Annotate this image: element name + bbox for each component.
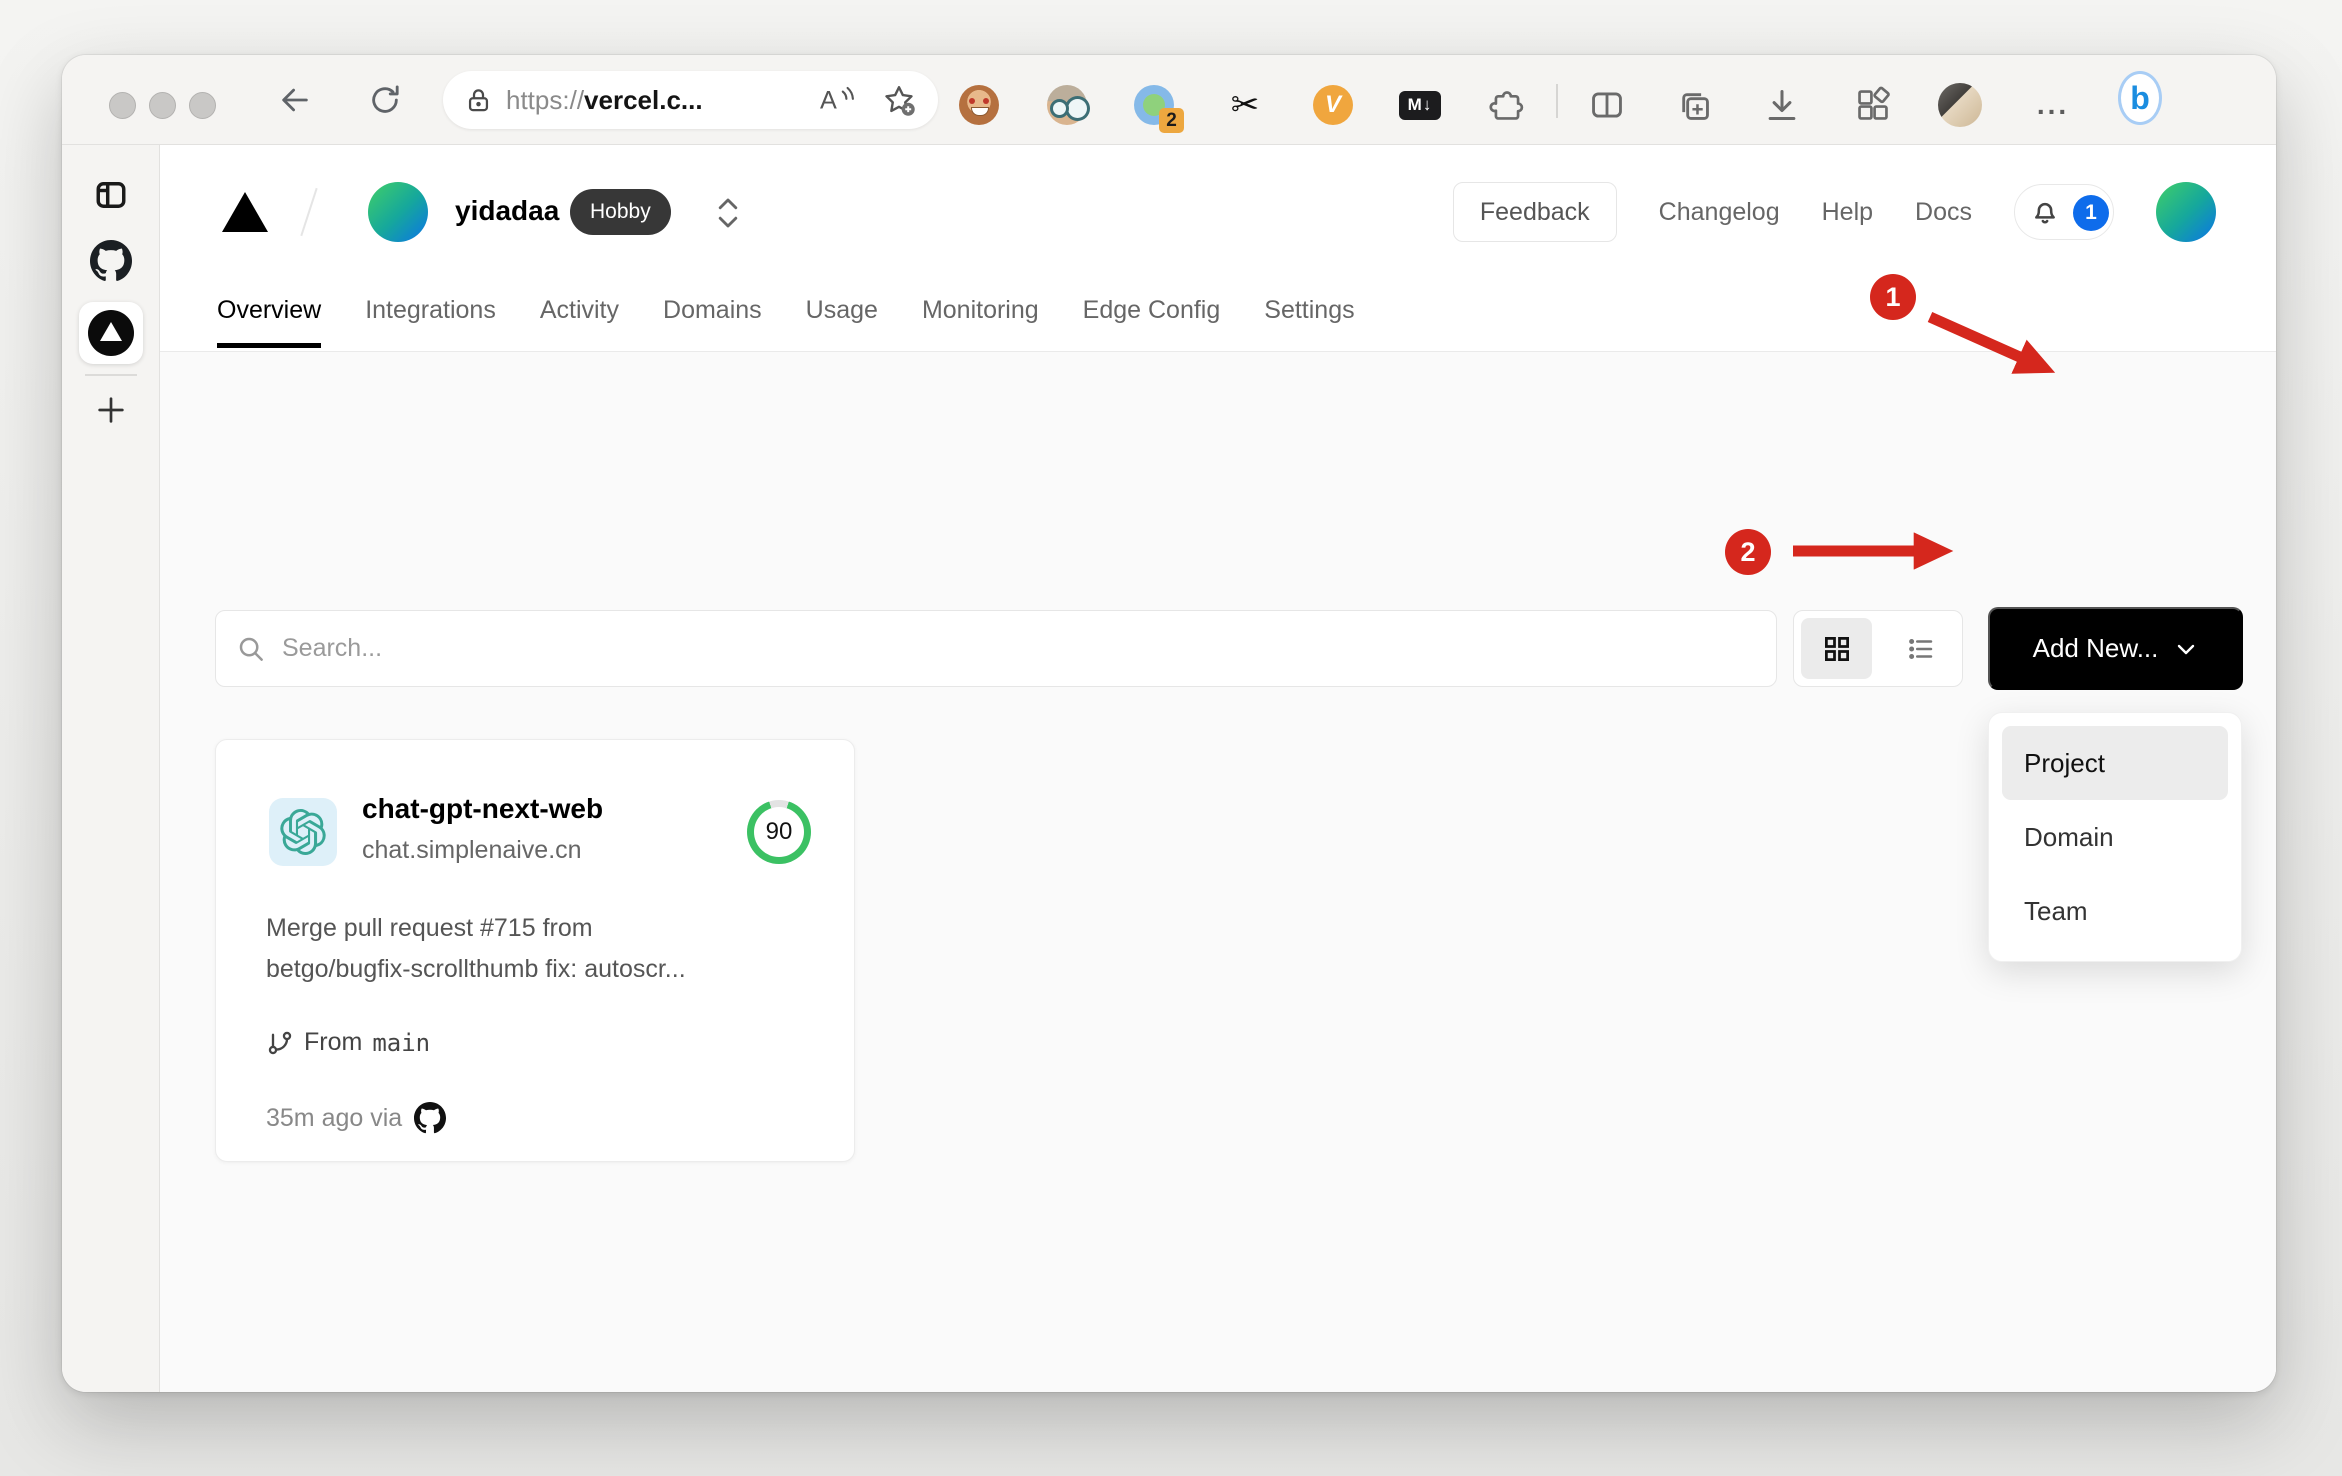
tab-edge-config[interactable]: Edge Config (1083, 274, 1221, 347)
notification-count-badge: 1 (2073, 195, 2109, 231)
feedback-button[interactable]: Feedback (1452, 182, 1617, 242)
extensions-puzzle-icon[interactable] (1485, 83, 1529, 127)
tab-integrations[interactable]: Integrations (365, 274, 496, 347)
tab-activity[interactable]: Activity (540, 274, 619, 347)
dashboard-nav-tabs: Overview Integrations Activity Domains U… (160, 270, 2276, 352)
search-input[interactable] (282, 634, 1756, 663)
close-window-button[interactable] (109, 92, 136, 119)
browser-toolbar: https://vercel.c... A 2 ✂ V M↓ ... b (62, 55, 2276, 145)
dropdown-item-domain[interactable]: Domain (2002, 800, 2228, 874)
user-avatar[interactable] (2156, 182, 2216, 242)
vercel-header: yidadaa Hobby Feedback Changelog Help Do… (160, 145, 2276, 270)
address-bar[interactable]: https://vercel.c... A (443, 71, 938, 129)
url-text: https://vercel.c... (506, 84, 703, 115)
tab-strip-divider (85, 374, 137, 376)
grid-view-button[interactable] (1801, 618, 1872, 679)
team-switcher-icon[interactable] (715, 193, 741, 233)
project-favicon (269, 798, 337, 866)
read-aloud-icon[interactable]: A (820, 85, 856, 115)
annotation-step-2: 2 (1725, 529, 1771, 575)
vercel-logo[interactable] (222, 192, 268, 232)
docs-link[interactable]: Docs (1915, 198, 1972, 227)
profile-avatar[interactable] (1938, 83, 1982, 127)
tab-settings[interactable]: Settings (1264, 274, 1354, 347)
desktop-background: https://vercel.c... A 2 ✂ V M↓ ... b yid… (0, 0, 2342, 1476)
markdown-extension-icon[interactable]: M↓ (1398, 83, 1442, 127)
tab-usage[interactable]: Usage (806, 274, 878, 347)
add-new-button[interactable]: Add New... (1988, 607, 2243, 690)
tab-overview[interactable]: Overview (217, 274, 322, 348)
commit-line-2: betgo/bugfix-scrollthumb fix: autoscr... (266, 955, 686, 983)
notifications-button[interactable]: 1 (2014, 184, 2114, 240)
scissors-extension-icon[interactable]: ✂ (1223, 83, 1267, 127)
commit-line-1: Merge pull request #715 from (266, 914, 593, 942)
add-new-label: Add New... (2032, 633, 2159, 663)
project-name[interactable]: chat-gpt-next-web (362, 793, 603, 825)
tab-monitoring[interactable]: Monitoring (922, 274, 1039, 347)
zoom-window-button[interactable] (189, 92, 216, 119)
team-avatar[interactable] (368, 182, 428, 242)
chevron-down-icon (2178, 644, 2195, 654)
breadcrumb-slash (300, 187, 318, 237)
feedback-label: Feedback (1479, 197, 1590, 226)
browser-tab-strip (62, 145, 160, 1392)
lock-icon (468, 88, 489, 111)
list-view-button[interactable] (1879, 611, 1962, 686)
apps-grid-icon[interactable] (1851, 83, 1895, 127)
vercel-active-tab[interactable] (79, 302, 143, 364)
split-screen-icon[interactable] (1585, 83, 1629, 127)
search-icon (239, 637, 263, 661)
plan-badge: Hobby (570, 189, 671, 235)
refresh-icon[interactable] (365, 80, 405, 120)
bing-chat-icon[interactable]: b (2118, 71, 2162, 125)
tampermonkey-extension-icon[interactable] (957, 83, 1001, 127)
add-new-dropdown: Project Domain Team (1988, 712, 2242, 962)
branch-name: main (372, 1028, 431, 1057)
commit-message: Merge pull request #715 from betgo/bugfi… (266, 908, 811, 990)
project-domain[interactable]: chat.simplenaive.cn (362, 836, 582, 865)
team-name[interactable]: yidadaa (455, 195, 559, 227)
deployed-time: 35m ago via (266, 1103, 403, 1132)
help-link[interactable]: Help (1822, 198, 1873, 227)
toolbar-divider (1556, 84, 1558, 118)
minimize-window-button[interactable] (149, 92, 176, 119)
vercel-dashboard-page: yidadaa Hobby Feedback Changelog Help Do… (160, 145, 2276, 1392)
tab-pane-icon[interactable] (93, 177, 129, 213)
collections-icon[interactable] (1672, 83, 1716, 127)
svg-text:A: A (820, 86, 837, 114)
list-view-icon (1908, 638, 1932, 659)
bell-icon (2035, 202, 2055, 224)
git-branch-icon (268, 1031, 292, 1054)
github-icon (414, 1102, 447, 1134)
tab-domains[interactable]: Domains (663, 274, 762, 347)
lighthouse-score: 90 (754, 807, 804, 857)
branch-label: From (304, 1028, 363, 1056)
project-card[interactable]: chat-gpt-next-web chat.simplenaive.cn 90… (215, 739, 855, 1162)
back-icon[interactable] (275, 80, 315, 120)
extension-badge: 2 (1159, 108, 1184, 133)
search-box (215, 610, 1777, 687)
new-tab-icon[interactable] (94, 393, 128, 427)
granny-extension-icon[interactable] (1045, 83, 1089, 127)
browser-window: https://vercel.c... A 2 ✂ V M↓ ... b yid… (62, 55, 2276, 1392)
openai-logo-icon (280, 809, 326, 855)
downloads-icon[interactable] (1760, 83, 1804, 127)
view-toggle (1793, 610, 1963, 687)
branch-row: From main (266, 1028, 430, 1057)
annotation-step-1: 1 (1870, 274, 1916, 320)
add-favorite-icon[interactable] (882, 83, 916, 117)
deployment-meta: 35m ago via (266, 1102, 447, 1134)
dropdown-item-project[interactable]: Project (2002, 726, 2228, 800)
more-menu-icon[interactable]: ... (2031, 83, 2075, 127)
v-extension-icon[interactable]: V (1311, 83, 1355, 127)
github-tab-icon[interactable] (89, 240, 132, 282)
grid-view-icon (1824, 636, 1849, 661)
lighthouse-score-ring: 90 (747, 800, 811, 864)
translate-extension-icon[interactable]: 2 (1132, 83, 1184, 133)
dropdown-item-team[interactable]: Team (2002, 874, 2228, 948)
vercel-favicon (88, 310, 134, 356)
changelog-link[interactable]: Changelog (1659, 198, 1780, 227)
